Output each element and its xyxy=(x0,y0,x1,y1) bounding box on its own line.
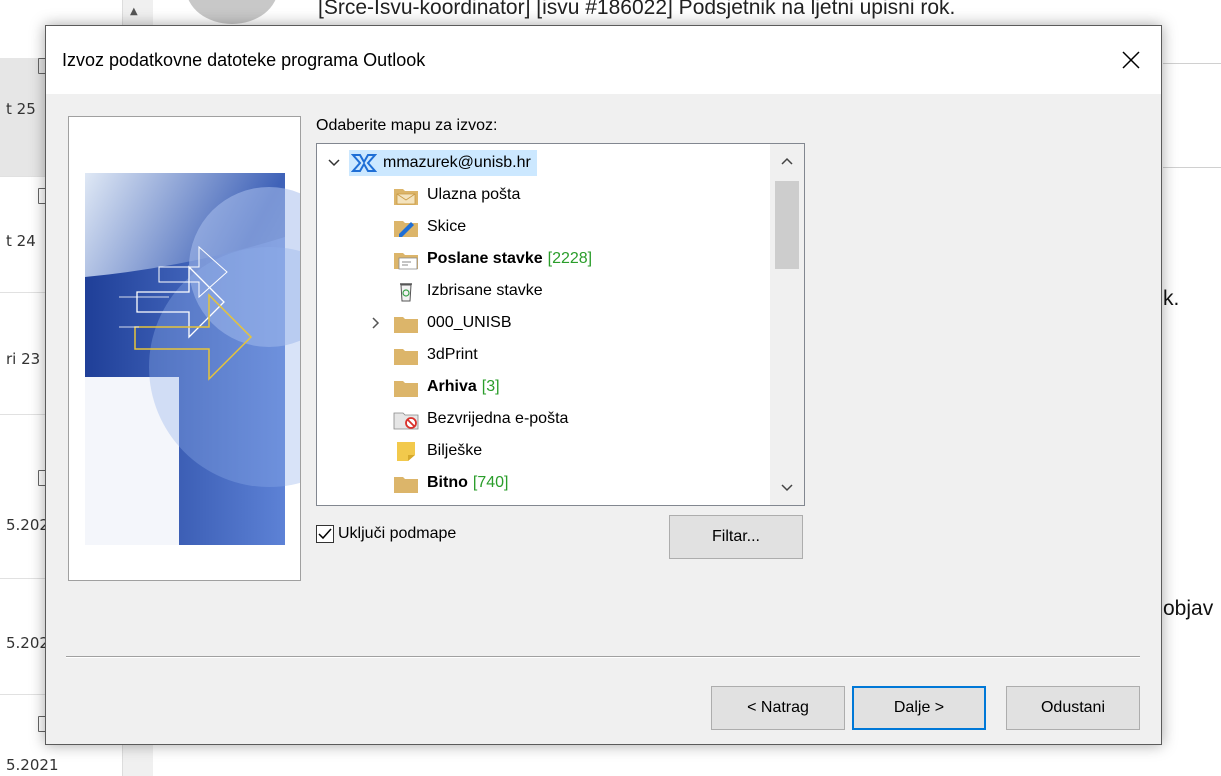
trash-icon xyxy=(400,283,412,302)
folder-tree[interactable]: mmazurek@unisb.hr Ulazna pošta Skice Pos… xyxy=(316,143,805,506)
drafts-folder-icon xyxy=(394,221,418,237)
include-subfolders-checkbox[interactable]: Uključi podmape xyxy=(316,525,456,543)
scroll-down-icon[interactable] xyxy=(770,471,804,505)
tree-item-label: Ulazna pošta xyxy=(427,186,521,203)
tree-root-item[interactable]: mmazurek@unisb.hr xyxy=(325,147,537,179)
list-date: ri 23 xyxy=(6,350,41,368)
tree-item[interactable]: Bezvrijedna e-pošta xyxy=(393,403,568,435)
unread-count: [3] xyxy=(481,378,500,395)
message-subject: [Srce-Isvu-koordinator] [isvu #186022] P… xyxy=(318,0,956,19)
back-button[interactable]: < Natrag xyxy=(711,686,845,730)
tree-item[interactable]: Ulazna pošta xyxy=(393,179,520,211)
list-date: 5.2021 xyxy=(6,756,59,774)
dialog-separator xyxy=(66,656,1140,658)
junk-folder-icon xyxy=(393,412,419,430)
dialog-title: Izvoz podatkovne datoteke programa Outlo… xyxy=(62,50,426,70)
avatar xyxy=(186,0,278,24)
notes-folder-icon xyxy=(397,442,415,461)
cancel-button[interactable]: Odustani xyxy=(1006,686,1140,730)
chevron-right-icon[interactable] xyxy=(367,317,385,329)
tree-item[interactable]: Bilješke xyxy=(393,435,482,467)
reading-pane-divider xyxy=(1163,167,1221,168)
include-subfolders-label: Uključi podmape xyxy=(338,525,457,542)
chevron-down-icon[interactable] xyxy=(325,159,343,167)
scroll-up-icon[interactable] xyxy=(770,144,804,178)
tree-item-label: 000_UNISB xyxy=(427,314,512,331)
dialog-titlebar: Izvoz podatkovne datoteke programa Outlo… xyxy=(46,26,1161,94)
exchange-account-icon xyxy=(351,154,377,172)
inbox-folder-icon xyxy=(394,189,418,205)
close-button[interactable] xyxy=(1101,26,1161,94)
filter-button[interactable]: Filtar... xyxy=(669,515,803,559)
scrollbar-thumb[interactable] xyxy=(775,181,799,269)
list-date: t 24 xyxy=(6,232,36,250)
reading-pane-text: k. xyxy=(1163,287,1180,310)
unread-count: [740] xyxy=(472,474,509,491)
wizard-illustration xyxy=(68,116,301,581)
tree-item-label: Bitno xyxy=(427,474,468,491)
tree-item[interactable]: 000_UNISB xyxy=(367,307,512,339)
tree-item[interactable]: Izbrisane stavke xyxy=(393,275,543,307)
close-icon xyxy=(1122,51,1140,69)
unread-count: [2228] xyxy=(547,250,593,267)
tree-item[interactable]: Bitno [740] xyxy=(393,467,508,499)
checkmark-icon xyxy=(318,528,332,540)
tree-item-label: Arhiva xyxy=(427,378,477,395)
folder-icon xyxy=(394,317,418,333)
tree-item[interactable]: Skice xyxy=(393,211,466,243)
tree-item-label: Poslane stavke xyxy=(427,250,543,267)
tree-scrollbar[interactable] xyxy=(770,144,804,505)
tree-item[interactable]: Poslane stavke [2228] xyxy=(393,243,592,275)
checkbox-box[interactable] xyxy=(316,525,334,543)
folder-icon xyxy=(394,349,418,365)
sent-folder-icon xyxy=(394,253,418,270)
tree-item-label: Bezvrijedna e-pošta xyxy=(427,410,569,427)
tree-root-label: mmazurek@unisb.hr xyxy=(383,154,531,171)
tree-item-label: Skice xyxy=(427,218,467,235)
tree-root-selection[interactable]: mmazurek@unisb.hr xyxy=(349,150,537,176)
folder-icon xyxy=(394,477,418,493)
tree-item-label: 3dPrint xyxy=(427,346,478,363)
scroll-up-icon[interactable]: ▲ xyxy=(130,6,138,17)
tree-item-label: Izbrisane stavke xyxy=(427,282,543,299)
reading-pane-text: objav xyxy=(1163,597,1214,620)
tree-item[interactable]: Arhiva [3] xyxy=(393,371,500,403)
next-button[interactable]: Dalje > xyxy=(852,686,986,730)
export-dialog: Izvoz podatkovne datoteke programa Outlo… xyxy=(45,25,1162,745)
reading-pane-divider xyxy=(1163,63,1221,64)
folder-select-label: Odaberite mapu za izvoz: xyxy=(316,117,498,134)
tree-item[interactable]: 3dPrint xyxy=(393,339,478,371)
folder-icon xyxy=(394,381,418,397)
list-date: t 25 xyxy=(6,100,36,118)
tree-item-label: Bilješke xyxy=(427,442,483,459)
